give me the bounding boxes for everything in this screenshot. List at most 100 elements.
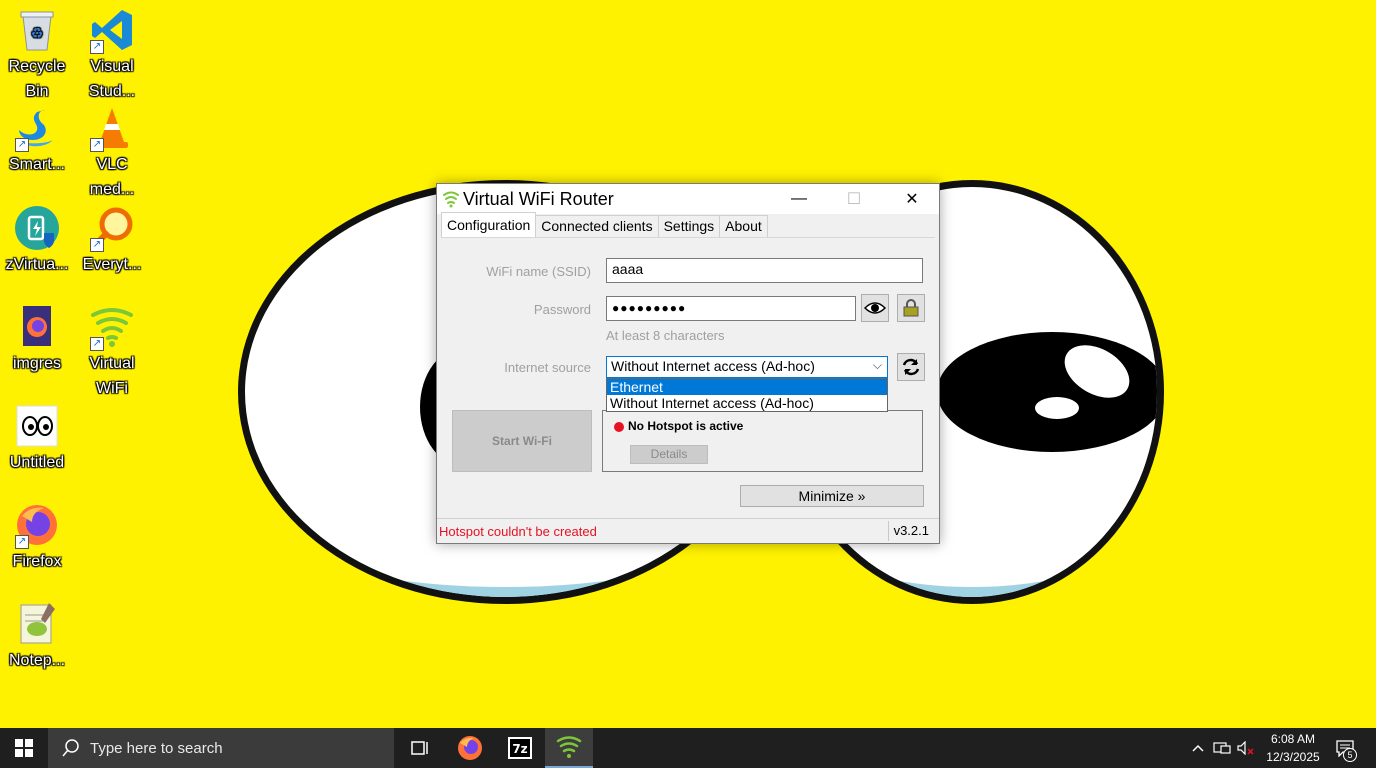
desktop-icon-visual-studio[interactable]: ↗ Visual Stud...: [75, 6, 149, 104]
tab-settings[interactable]: Settings: [657, 215, 721, 237]
maximize-window-button[interactable]: ☐: [825, 184, 883, 214]
option-without-internet[interactable]: Without Internet access (Ad-hoc): [607, 395, 887, 411]
wifi-router-icon: ↗: [88, 303, 136, 351]
chevron-down-icon: ⌵: [872, 358, 882, 372]
statusbar-divider: [888, 521, 889, 541]
desktop-icon-zvirtual[interactable]: zVirtua...: [0, 204, 74, 277]
tab-about[interactable]: About: [719, 215, 768, 237]
title-bar[interactable]: Virtual WiFi Router — ☐ ✕: [437, 184, 939, 214]
taskbar-clock[interactable]: 6:08 AM 12/3/2025: [1258, 730, 1328, 766]
tab-connected-clients[interactable]: Connected clients: [535, 215, 659, 237]
password-label: Password: [533, 302, 591, 317]
volume-tray-button[interactable]: [1234, 728, 1258, 768]
taskbar-7zip[interactable]: 7z: [496, 728, 544, 768]
minimize-to-tray-button[interactable]: Minimize »: [740, 485, 924, 507]
desktop-icon-firefox[interactable]: ↗ Firefox: [0, 501, 74, 574]
lock-button[interactable]: [897, 294, 925, 322]
desktop-icon-untitled[interactable]: Untitled: [0, 402, 74, 475]
svg-text:7z: 7z: [512, 742, 527, 756]
desktop-icon-label: zVirtua...: [5, 256, 69, 273]
refresh-sources-button[interactable]: [897, 353, 925, 381]
status-dot: [614, 422, 624, 432]
firefox-icon: ↗: [13, 501, 61, 549]
zvirtual-icon: [13, 204, 61, 252]
ssid-label: WiFi name (SSID): [486, 264, 591, 279]
desktop-icon-smart[interactable]: ↗ Smart...: [0, 104, 74, 177]
eye-icon: [864, 302, 886, 314]
desktop-icon-imgres[interactable]: imgres: [0, 303, 74, 376]
hotspot-status-box: No Hotspot is active Details: [602, 410, 923, 472]
task-view-icon: [411, 741, 428, 755]
window-title: Virtual WiFi Router: [463, 188, 614, 209]
svg-text:♻: ♻: [31, 26, 44, 42]
notification-center-button[interactable]: 5: [1330, 728, 1360, 768]
password-hint: At least 8 characters: [606, 328, 725, 343]
version-label: v3.2.1: [893, 523, 929, 538]
wifi-router-icon: [443, 191, 459, 208]
desktop-icon-vlc[interactable]: ↗ VLC med...: [75, 104, 149, 202]
recycle-bin-icon: ♻: [13, 6, 61, 54]
internet-source-dropdown: Ethernet Without Internet access (Ad-hoc…: [606, 378, 888, 412]
speaker-muted-icon: [1237, 741, 1254, 755]
close-window-button[interactable]: ✕: [883, 184, 941, 214]
desktop-icon-label: Virtual WiFi: [89, 355, 135, 397]
desktop-icon-recycle-bin[interactable]: ♻ Recycle Bin: [0, 6, 74, 104]
password-input[interactable]: ●●●●●●●●●: [606, 296, 856, 321]
search-icon: [62, 739, 79, 757]
minimize-window-button[interactable]: —: [770, 184, 828, 214]
option-ethernet[interactable]: Ethernet: [607, 379, 887, 395]
everything-search-icon: ↗: [88, 204, 136, 252]
notification-count-badge: 5: [1343, 748, 1357, 762]
tab-strip: Configuration Connected clients Settings…: [441, 212, 768, 237]
7zip-icon: 7z: [508, 737, 532, 759]
wifi-router-icon: [556, 736, 582, 758]
configuration-panel: WiFi name (SSID) aaaa Password ●●●●●●●●●…: [441, 237, 935, 518]
chevron-up-icon: [1192, 744, 1204, 752]
notepad-plus-icon: [13, 600, 61, 648]
internet-source-select[interactable]: Without Internet access (Ad-hoc) ⌵: [606, 356, 888, 378]
desktop-icon-virtual-wifi[interactable]: ↗ Virtual WiFi: [75, 303, 149, 401]
swan-icon: ↗: [13, 104, 61, 152]
desktop-icon-label: Everyt...: [82, 256, 142, 273]
search-placeholder: Type here to search: [90, 739, 223, 757]
details-button[interactable]: Details: [630, 445, 708, 464]
desktop-icon-label: Notep...: [8, 652, 66, 669]
clock-date: 12/3/2025: [1266, 750, 1320, 764]
network-tray-button[interactable]: [1210, 728, 1234, 768]
eyes-image-icon: [13, 402, 61, 450]
desktop-icon-label: VLC med...: [89, 156, 135, 198]
vscode-icon: ↗: [88, 6, 136, 54]
start-wifi-button[interactable]: Start Wi-Fi: [452, 410, 592, 472]
clock-time: 6:08 AM: [1270, 732, 1316, 746]
show-hidden-icons-button[interactable]: [1188, 728, 1208, 768]
network-icon: [1213, 742, 1231, 754]
tab-configuration[interactable]: Configuration: [441, 212, 537, 237]
desktop-icon-label: Firefox: [12, 553, 62, 570]
taskbar-firefox[interactable]: [446, 728, 494, 768]
error-message: Hotspot couldn't be created: [439, 524, 597, 539]
desktop-icon-label: Recycle Bin: [8, 58, 66, 100]
firefox-icon: [458, 736, 482, 760]
desktop-icon-label: Smart...: [8, 156, 65, 173]
desktop-icon-notepad-plus[interactable]: Notep...: [0, 600, 74, 673]
refresh-icon: [902, 358, 920, 376]
virtual-wifi-router-window: Virtual WiFi Router — ☐ ✕ Configuration …: [436, 183, 940, 544]
internet-source-label: Internet source: [504, 360, 591, 375]
desktop-icon-label: Untitled: [9, 454, 65, 471]
vlc-cone-icon: ↗: [88, 104, 136, 152]
taskbar-virtual-wifi[interactable]: [545, 728, 593, 768]
desktop-icon-everything[interactable]: ↗ Everyt...: [75, 204, 149, 277]
status-bar: Hotspot couldn't be created v3.2.1: [437, 518, 939, 543]
start-button[interactable]: [0, 728, 48, 768]
desktop-icon-label: imgres: [12, 355, 61, 372]
show-password-button[interactable]: [861, 294, 889, 322]
hotspot-status-text: No Hotspot is active: [628, 419, 744, 433]
taskbar-search-box[interactable]: Type here to search: [48, 728, 394, 768]
desktop-icon-label: Visual Stud...: [88, 58, 136, 100]
firefox-file-icon: [13, 303, 61, 351]
internet-source-selected: Without Internet access (Ad-hoc): [611, 358, 815, 374]
task-view-button[interactable]: [396, 728, 444, 768]
lock-icon: [903, 299, 919, 317]
ssid-input[interactable]: aaaa: [606, 258, 923, 283]
taskbar: Type here to search 7z 6:08 AM 12/3/2025…: [0, 728, 1376, 768]
